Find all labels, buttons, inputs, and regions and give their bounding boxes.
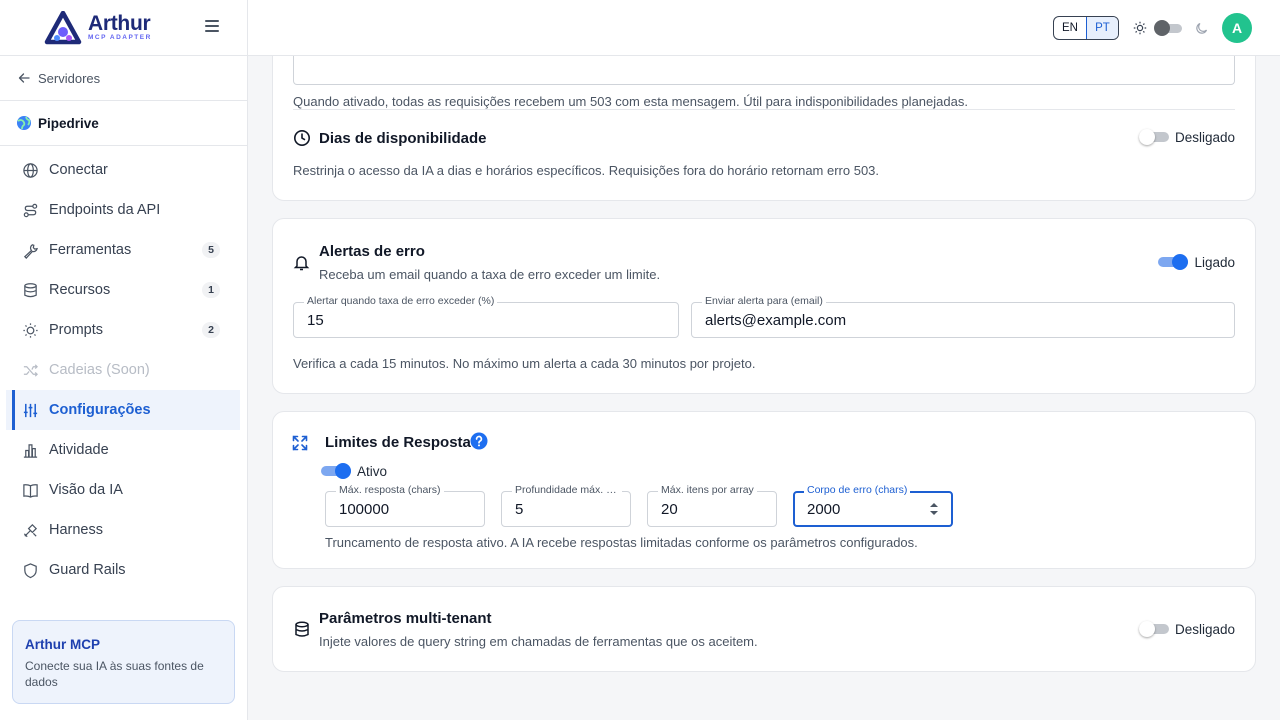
- availability-status: Desligado: [1174, 129, 1235, 145]
- sidebar-item-atividade[interactable]: Atividade: [0, 430, 240, 470]
- chart-icon: [23, 443, 38, 458]
- resources-count-badge: 1: [202, 282, 220, 298]
- error-threshold-input[interactable]: Alertar quando taxa de erro exceder (%) …: [293, 295, 679, 338]
- tools-count-badge: 5: [202, 242, 220, 258]
- response-limits-card: Limites de Resposta Ativo Máx. resposta …: [272, 411, 1256, 569]
- number-spinner-icon[interactable]: [929, 502, 939, 516]
- avatar[interactable]: A: [1222, 13, 1252, 43]
- alert-email-value: alerts@example.com: [705, 311, 847, 329]
- sidebar-nav: Conectar Endpoints da API Ferramentas 5 …: [0, 146, 247, 590]
- error-alerts-toggle[interactable]: Ligado: [1158, 254, 1235, 270]
- book-icon: [23, 483, 38, 498]
- server-name-row: Pipedrive: [0, 101, 247, 146]
- promo-title: Arthur MCP: [25, 637, 100, 652]
- sidebar-item-prompts[interactable]: Prompts 2: [0, 310, 240, 350]
- shield-icon: [24, 562, 37, 578]
- moon-icon: [1196, 22, 1208, 34]
- clock-icon: [294, 130, 310, 146]
- menu-toggle-icon[interactable]: [205, 20, 219, 34]
- database-icon: [295, 621, 309, 637]
- max-response-chars-input[interactable]: Máx. resposta (chars) 100000: [325, 484, 485, 527]
- sidebar: Arthur MCP ADAPTER Servidores Pipedrive …: [0, 0, 248, 720]
- error-alerts-card: Alertas de erro Receba um email quando a…: [272, 218, 1256, 394]
- response-limits-help-text: Truncamento de resposta ativo. A IA rece…: [325, 535, 918, 550]
- maintenance-message-field[interactable]: [293, 56, 1235, 85]
- shuffle-icon: [23, 363, 38, 377]
- bulb-icon: [23, 322, 38, 338]
- bell-icon: [293, 256, 310, 271]
- maintenance-availability-card: Quando ativado, todas as requisições rec…: [272, 56, 1256, 201]
- error-alerts-help-text: Verifica a cada 15 minutos. No máximo um…: [293, 356, 756, 371]
- app-name: Arthur: [88, 12, 151, 36]
- back-label: Servidores: [38, 70, 101, 86]
- logo[interactable]: Arthur MCP ADAPTER: [44, 10, 152, 45]
- wrench-icon: [23, 243, 38, 259]
- globe-icon: [17, 116, 31, 130]
- tools-icon: [23, 523, 38, 537]
- multi-tenant-title: Parâmetros multi-tenant: [319, 610, 492, 627]
- sidebar-item-visao-ia[interactable]: Visão da IA: [0, 470, 240, 510]
- promo-text: Conecte sua IA às suas fontes de dados: [25, 659, 204, 690]
- response-limits-status: Ativo: [357, 463, 388, 479]
- prompts-count-badge: 2: [202, 322, 220, 338]
- error-alerts-subtitle: Receba um email quando a taxa de erro ex…: [319, 267, 661, 282]
- server-name: Pipedrive: [38, 115, 99, 131]
- availability-title: Dias de disponibilidade: [319, 130, 487, 147]
- sidebar-header: Arthur MCP ADAPTER: [0, 0, 247, 56]
- topbar: EN PT A: [248, 0, 1280, 56]
- availability-toggle[interactable]: Desligado: [1138, 129, 1235, 145]
- route-icon: [23, 203, 38, 217]
- error-alerts-title: Alertas de erro: [319, 243, 425, 260]
- multi-tenant-toggle[interactable]: Desligado: [1138, 621, 1235, 637]
- database-icon: [24, 282, 37, 297]
- app-subtitle: MCP ADAPTER: [88, 34, 152, 42]
- divider: [293, 109, 1235, 110]
- error-body-chars-input[interactable]: Corpo de erro (chars) 2000: [793, 484, 953, 527]
- sidebar-item-configuracoes[interactable]: Configurações: [6, 390, 240, 430]
- globe-icon: [23, 162, 38, 178]
- language-switch: EN PT: [1053, 16, 1119, 40]
- maintenance-help-text: Quando ativado, todas as requisições rec…: [293, 94, 968, 109]
- expand-arrows-icon: [292, 435, 308, 451]
- theme-toggle[interactable]: [1154, 20, 1184, 36]
- sidebar-item-ferramentas[interactable]: Ferramentas 5: [0, 230, 240, 270]
- sidebar-item-recursos[interactable]: Recursos 1: [0, 270, 240, 310]
- sidebar-item-conectar[interactable]: Conectar: [0, 150, 240, 190]
- error-threshold-label: Alertar quando taxa de erro exceder (%): [304, 295, 498, 307]
- multi-tenant-status: Desligado: [1174, 621, 1235, 637]
- multi-tenant-subtitle: Injete valores de query string em chamad…: [319, 634, 758, 649]
- response-limits-title: Limites de Resposta: [325, 434, 471, 451]
- help-icon[interactable]: [470, 432, 488, 450]
- max-array-items-input[interactable]: Máx. itens por array 20: [647, 484, 777, 527]
- settings-content: Quando ativado, todas as requisições rec…: [248, 56, 1280, 720]
- lang-pt-button[interactable]: PT: [1086, 17, 1118, 39]
- arrow-left-icon: [18, 73, 30, 83]
- availability-help-text: Restrinja o acesso da IA a dias e horári…: [293, 163, 880, 178]
- multi-tenant-card: Parâmetros multi-tenant Injete valores d…: [272, 586, 1256, 672]
- sidebar-item-cadeias: Cadeias (Soon): [0, 350, 240, 390]
- response-limits-toggle[interactable]: Ativo: [321, 463, 387, 479]
- arthur-logo-icon: [44, 10, 82, 44]
- sidebar-item-harness[interactable]: Harness: [0, 510, 240, 550]
- error-alerts-status: Ligado: [1194, 254, 1235, 270]
- back-to-servers-link[interactable]: Servidores: [0, 56, 247, 101]
- sidebar-item-endpoints[interactable]: Endpoints da API: [0, 190, 240, 230]
- sliders-icon: [23, 403, 38, 417]
- error-threshold-value: 15: [307, 311, 324, 329]
- lang-en-button[interactable]: EN: [1054, 17, 1086, 39]
- sun-icon: [1133, 21, 1147, 35]
- alert-email-input[interactable]: Enviar alerta para (email) alerts@exampl…: [691, 295, 1235, 338]
- sidebar-item-guard-rails[interactable]: Guard Rails: [0, 550, 240, 590]
- promo-card: Arthur MCP Conecte sua IA às suas fontes…: [12, 620, 235, 704]
- max-object-depth-input[interactable]: Profundidade máx. de objeto 5: [501, 484, 631, 527]
